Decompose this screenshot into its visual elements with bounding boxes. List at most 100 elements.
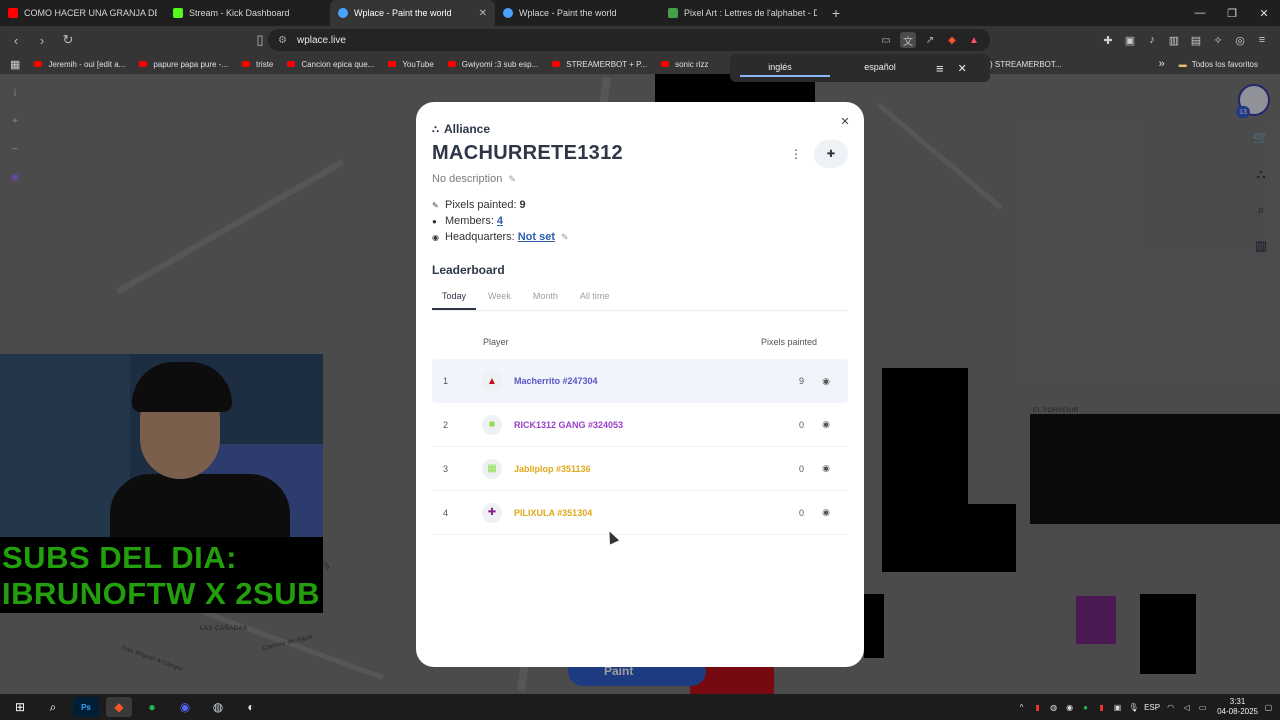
bookmark-item[interactable]: ) STREAMERBOT... [990,60,1062,69]
translate-target-language[interactable]: español [830,54,930,82]
tab-week[interactable]: Week [478,287,521,310]
tray-app-icon[interactable]: ◉ [1064,702,1075,713]
battery-icon[interactable]: ▭ [1197,702,1208,713]
alliance-modal: ✕ ⛬ Alliance MACHURRETE1312 ⋮ ✚ No descr… [416,102,864,667]
headquarters-link[interactable]: Not set [518,231,555,243]
browser-tab-5[interactable]: Pixel Art : Lettres de l'alphabet - Doc [660,0,825,26]
steam-icon[interactable]: ◍ [205,697,231,717]
translate-source-language[interactable]: inglés [730,54,830,82]
site-settings-icon[interactable]: ⚙ [278,35,287,46]
translate-menu-icon[interactable]: ≡ [936,61,944,76]
locate-pin-icon[interactable]: ◉ [804,507,848,518]
apps-grid-icon[interactable]: ▦ [10,58,20,71]
back-icon[interactable]: ‹ [6,30,26,50]
bookmark-item[interactable]: papure papa pure -... [139,60,228,69]
browser-tab-4[interactable]: Wplace - Paint the world [495,0,660,26]
stat-label: Headquarters: [445,231,515,243]
restore-icon[interactable]: ❐ [1216,0,1248,26]
bookmark-label: triste [256,59,274,69]
windows-start-icon[interactable]: ⊞ [7,697,33,717]
invite-member-button[interactable]: ✚ [814,140,848,168]
photoshop-icon[interactable]: Ps [73,697,99,717]
alliance-name: MACHURRETE1312 [432,142,623,164]
bookmark-icon[interactable]: ▯ [250,30,270,50]
tab-today[interactable]: Today [432,287,477,310]
show-hidden-icons-icon[interactable]: ^ [1016,702,1027,713]
stat-label: Members: [445,215,494,227]
spotify-icon[interactable]: ● [139,697,165,717]
player-name[interactable]: Macherrito #247304 [514,376,774,386]
brave-browser-icon[interactable]: ◆ [106,697,132,717]
bookmark-item[interactable]: STREAMERBOT + P... [552,60,647,69]
cast-icon[interactable]: ▭ [878,32,894,48]
bookmark-item[interactable]: Gwiyomi :3 sub esp... [447,59,539,69]
screenshot-icon[interactable]: ▣ [1122,30,1138,50]
close-window-icon[interactable]: ✕ [1248,0,1280,26]
share-icon[interactable]: ↗ [922,32,938,48]
rank: 4 [443,507,449,518]
bookmark-item[interactable]: Cancion epica que... [287,60,374,69]
tray-app-icon[interactable]: ● [1080,702,1091,713]
minimize-icon[interactable]: — [1184,0,1216,26]
brave-shield-icon[interactable]: ◆ [944,32,960,48]
music-icon[interactable]: ♪ [1144,30,1160,50]
forward-icon[interactable]: › [32,30,52,50]
rank: 2 [443,419,449,430]
bookmark-label: Gwiyomi :3 sub esp... [461,59,539,69]
close-tab-icon[interactable]: ✕ [479,8,487,19]
translate-icon[interactable]: 文 [900,32,916,48]
wallet-icon[interactable]: ▤ [1188,30,1204,50]
obs-icon[interactable]: ◐ [238,697,264,717]
player-name[interactable]: Jabliplop #351136 [514,464,774,474]
tray-app-icon[interactable]: ▮ [1096,702,1107,713]
all-bookmarks-folder[interactable]: ▬ Todos los favoritos [1179,60,1258,69]
members-link[interactable]: 4 [497,215,503,227]
player-name[interactable]: PILIXULA #351304 [514,508,774,518]
edit-headquarters-icon[interactable]: ✎ [561,232,569,243]
youtube-favicon-icon [8,8,18,18]
tray-app-icon[interactable]: ▣ [1112,702,1123,713]
leo-ai-icon[interactable]: ✧ [1210,30,1226,50]
clock[interactable]: 3:31 04-08-2025 [1217,697,1258,717]
microphone-icon[interactable]: 🎙 [1128,702,1139,713]
bookmark-item[interactable]: YouTube [388,60,434,69]
tab-all-time[interactable]: All time [570,287,620,310]
extensions-icon[interactable]: ✚ [1100,30,1116,50]
bookmark-item[interactable]: sonic rizz [661,60,708,69]
edit-description-icon[interactable]: ✎ [508,174,516,185]
close-icon[interactable]: ✕ [836,112,854,130]
bookmark-item[interactable]: Jeremih - oui [edit a... [34,60,125,69]
search-icon[interactable]: ⌕ [40,697,66,717]
reload-icon[interactable]: ↻ [58,30,78,50]
browser-tab-2[interactable]: Stream - Kick Dashboard [165,0,330,26]
new-tab-button[interactable]: + [825,0,847,26]
volume-icon[interactable]: ◁ [1181,702,1192,713]
bookmark-item[interactable]: triste [242,60,273,69]
browser-tab-1[interactable]: COMO HACER UNA GRANJA DE PLA [0,0,165,26]
sidebar-icon[interactable]: ▥ [1166,30,1182,50]
more-options-icon[interactable]: ⋮ [788,146,804,162]
address-bar[interactable]: ⚙ wplace.live ▭ 文 ↗ ◆ ▲ [268,29,990,51]
discord-icon[interactable]: ◉ [172,697,198,717]
locate-pin-icon[interactable]: ◉ [804,419,848,430]
menu-icon[interactable]: ≡ [1254,30,1270,50]
tray-app-icon[interactable]: ▮ [1032,702,1043,713]
tab-month[interactable]: Month [523,287,568,310]
tray-app-icon[interactable]: ◍ [1048,702,1059,713]
table-row: 2 ■ RICK1312 GANG #324053 0 ◉ [432,403,848,447]
brush-icon: ✎ [432,200,439,210]
tab-strip: COMO HACER UNA GRANJA DE PLA Stream - Ki… [0,0,1280,26]
more-bookmarks-icon[interactable]: » [1159,58,1165,70]
translate-close-icon[interactable]: ✕ [958,62,967,75]
notifications-icon[interactable]: ▢ [1263,702,1274,713]
keyboard-language[interactable]: ESP [1144,703,1160,712]
locate-pin-icon[interactable]: ◉ [804,463,848,474]
wifi-icon[interactable]: ◠ [1165,702,1176,713]
modal-section-title: Alliance [444,122,491,136]
brave-rewards-icon[interactable]: ▲ [966,32,982,48]
locate-pin-icon[interactable]: ◉ [804,376,848,387]
vpn-icon[interactable]: ◎ [1232,30,1248,50]
browser-tab-3[interactable]: Wplace - Paint the world ✕ [330,0,495,26]
add-user-icon: ✚ [826,148,836,160]
player-name[interactable]: RICK1312 GANG #324053 [514,420,774,430]
